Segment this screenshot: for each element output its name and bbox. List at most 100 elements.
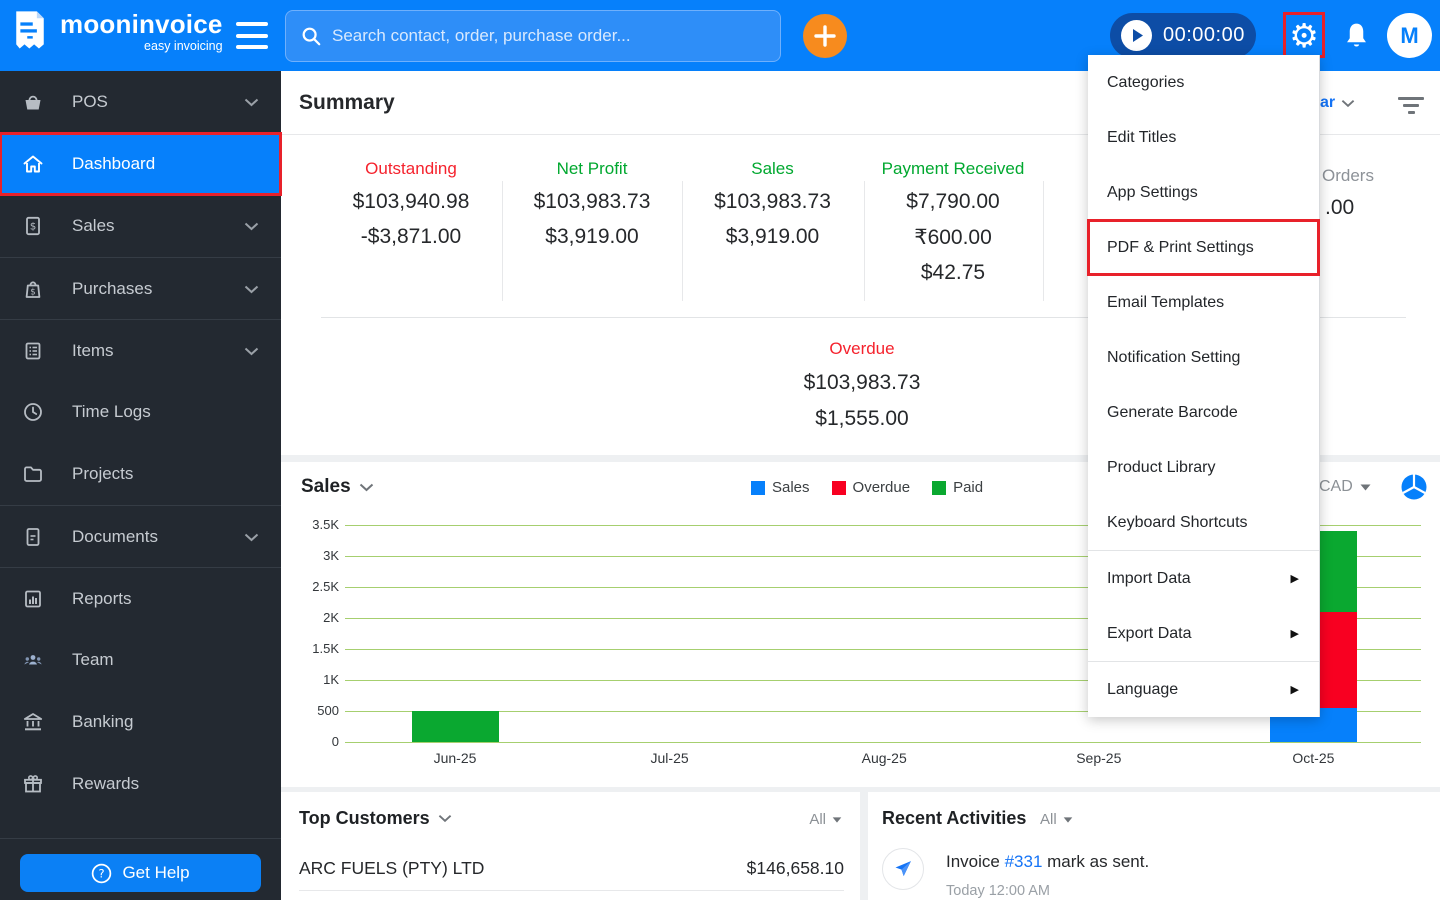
gear-icon[interactable]: ⚙: [1289, 19, 1319, 52]
legend-item-sales: Sales: [751, 479, 810, 496]
sidebar-item-pos[interactable]: POS: [0, 71, 281, 133]
document-icon: [20, 525, 46, 549]
get-help-button[interactable]: ? Get Help: [20, 854, 261, 892]
y-axis-tick-label: 1K: [323, 672, 339, 687]
stat-sales: Sales $103,983.73 $3,919.00: [682, 159, 863, 249]
legend-swatch: [831, 480, 846, 495]
menu-item-import-data[interactable]: Import Data ▶: [1088, 551, 1319, 606]
stat-value: $3,919.00: [725, 225, 820, 248]
legend-item-overdue: Overdue: [831, 479, 910, 496]
top-customers-filter-dropdown[interactable]: All: [809, 811, 842, 828]
recent-activities-filter-dropdown[interactable]: All: [1040, 811, 1073, 828]
search-input[interactable]: [332, 26, 766, 46]
divider: [1043, 181, 1044, 301]
sidebar-item-label: Reports: [72, 588, 132, 608]
legend-label: Sales: [772, 479, 810, 496]
stat-value: $1,555.00: [815, 407, 909, 430]
sidebar-item-items[interactable]: Items: [0, 319, 281, 381]
customer-amount: $146,658.10: [746, 858, 844, 878]
customer-row[interactable]: ARC FUELS (PTY) LTD $146,658.10: [299, 847, 844, 891]
stat-value: $3,919.00: [545, 225, 639, 248]
bank-icon: [20, 710, 46, 734]
legend-swatch: [751, 480, 765, 495]
sidebar: POS Dashboard $ Sales $ Purchases Items …: [0, 71, 282, 900]
stat-label: Payment Received: [881, 159, 1025, 178]
sidebar-item-label: Time Logs: [72, 402, 151, 421]
stat-value: $103,983.73: [714, 190, 831, 213]
chevron-down-icon: [244, 216, 259, 236]
pie-chart-icon[interactable]: [1400, 473, 1428, 506]
question-icon: ?: [92, 863, 112, 883]
y-axis-tick-label: 2.5K: [312, 579, 339, 594]
play-icon[interactable]: [1121, 20, 1152, 51]
x-axis-tick-label: Jun-25: [433, 750, 477, 766]
plus-icon: [814, 25, 836, 47]
sidebar-item-documents[interactable]: Documents: [0, 505, 281, 567]
top-customers-dropdown[interactable]: Top Customers: [299, 808, 452, 829]
menu-item-categories[interactable]: Categories: [1088, 55, 1319, 110]
avatar[interactable]: M: [1387, 13, 1432, 58]
sales-section-dropdown[interactable]: Sales: [301, 476, 374, 498]
sidebar-item-sales[interactable]: $ Sales: [0, 195, 281, 257]
svg-text:$: $: [30, 222, 36, 233]
menu-item-edit-titles[interactable]: Edit Titles: [1088, 110, 1319, 165]
shopping-bag-icon: $: [20, 277, 46, 301]
sidebar-item-rewards[interactable]: Rewards: [0, 753, 281, 815]
activity-text: mark as sent.: [1042, 852, 1150, 871]
legend-label: Paid: [953, 479, 984, 496]
customer-name: ARC FUELS (PTY) LTD: [299, 858, 485, 878]
menu-item-export-data[interactable]: Export Data ▶: [1088, 606, 1319, 661]
y-axis-tick-label: 1.5K: [312, 641, 339, 656]
activity-invoice-link[interactable]: #331: [1005, 852, 1043, 871]
time-tracker[interactable]: 00:00:00: [1110, 13, 1256, 58]
period-dropdown-label: ar: [1320, 94, 1336, 111]
menu-item-generate-barcode[interactable]: Generate Barcode: [1088, 385, 1319, 440]
currency-dropdown[interactable]: CAD: [1319, 478, 1371, 496]
sidebar-item-dashboard[interactable]: Dashboard: [0, 132, 282, 196]
team-icon: [20, 648, 46, 672]
notifications-bell-icon[interactable]: [1343, 21, 1370, 56]
stat-overdue: Overdue $103,983.73 $1,555.00: [712, 339, 1012, 431]
sidebar-item-banking[interactable]: Banking: [0, 691, 281, 753]
sidebar-item-label: Banking: [72, 712, 134, 731]
sidebar-item-projects[interactable]: Projects: [0, 443, 281, 505]
stat-value: ₹600.00: [914, 226, 992, 249]
folder-icon: [20, 462, 46, 486]
menu-item-email-templates[interactable]: Email Templates: [1088, 275, 1319, 330]
sidebar-item-time-logs[interactable]: Time Logs: [0, 381, 281, 443]
send-icon: [895, 861, 911, 877]
sidebar-item-label: Rewards: [72, 774, 140, 793]
bar-chart-icon: [20, 587, 46, 611]
sales-invoice-icon: $: [20, 214, 46, 238]
menu-item-notification-setting[interactable]: Notification Setting: [1088, 330, 1319, 385]
menu-item-app-settings[interactable]: App Settings: [1088, 165, 1319, 220]
menu-item-language[interactable]: Language ▶: [1088, 662, 1319, 717]
stat-value: -$3,871.00: [360, 225, 462, 248]
stat-value: $103,983.73: [803, 371, 921, 394]
recent-activities-title: Recent Activities: [882, 808, 1027, 828]
sidebar-item-label: Sales: [72, 216, 115, 235]
global-search: [285, 10, 781, 62]
hamburger-menu-icon[interactable]: [236, 22, 268, 49]
triangle-down-icon: [832, 816, 842, 823]
menu-item-keyboard-shortcuts[interactable]: Keyboard Shortcuts: [1088, 495, 1319, 550]
y-axis-tick-label: 3.5K: [312, 517, 339, 532]
quick-add-button[interactable]: [803, 14, 847, 58]
settings-highlight-box[interactable]: ⚙: [1283, 12, 1325, 58]
menu-item-pdf-print-settings[interactable]: PDF & Print Settings: [1087, 219, 1320, 276]
submenu-arrow-icon: ▶: [1290, 573, 1299, 585]
submenu-arrow-icon: ▶: [1290, 684, 1299, 696]
sidebar-item-team[interactable]: Team: [0, 629, 281, 691]
chevron-down-icon: [438, 815, 451, 823]
stat-label: Sales: [751, 159, 794, 178]
invoice-logo-icon: [16, 11, 44, 49]
x-axis-tick-label: Jul-25: [650, 750, 689, 766]
sidebar-item-purchases[interactable]: $ Purchases: [0, 257, 281, 319]
stat-label: Overdue: [829, 339, 895, 358]
period-dropdown[interactable]: ar: [1320, 94, 1355, 112]
sidebar-item-reports[interactable]: Reports: [0, 567, 281, 629]
menu-item-product-library[interactable]: Product Library: [1088, 440, 1319, 495]
legend-swatch: [932, 480, 947, 495]
filter-icon[interactable]: [1398, 97, 1424, 114]
brand-logo[interactable]: mooninvoice easy invoicing: [12, 10, 223, 54]
